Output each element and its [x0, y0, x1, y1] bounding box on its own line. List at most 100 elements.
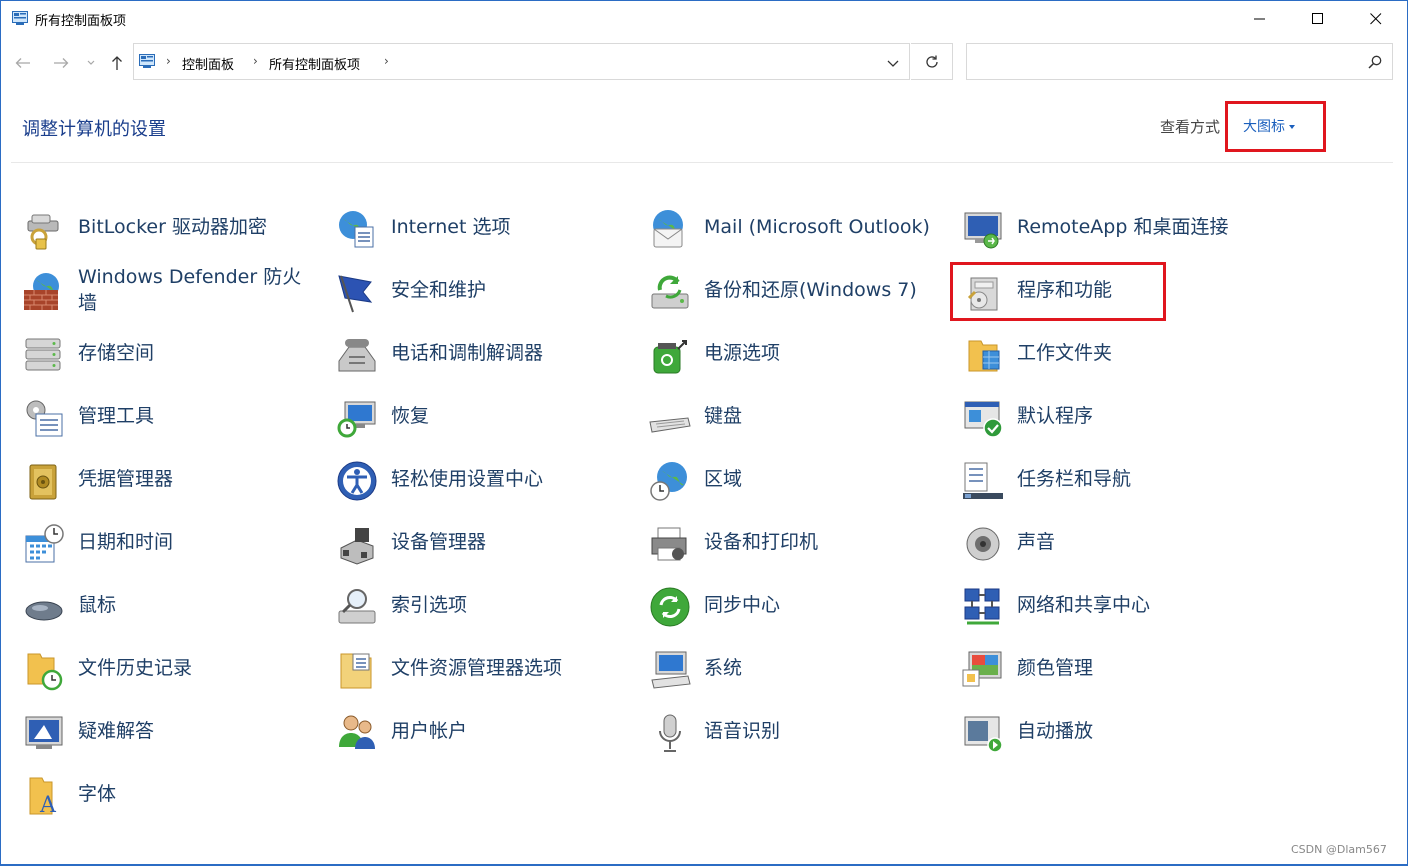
item-indexing-options[interactable]: 索引选项 [335, 577, 635, 633]
item-explorer-options[interactable]: 文件资源管理器选项 [335, 640, 635, 696]
header-divider [11, 162, 1393, 163]
item-label[interactable]: 工作文件夹 [1017, 325, 1257, 381]
item-network-sharing[interactable]: 网络和共享中心 [961, 577, 1261, 633]
item-speech-recognition[interactable]: 语音识别 [648, 703, 948, 759]
chevron-right-icon[interactable]: › [384, 54, 389, 68]
item-label[interactable]: 文件历史记录 [78, 640, 318, 696]
chevron-down-icon [87, 60, 95, 65]
item-sync-center[interactable]: 同步中心 [648, 577, 948, 633]
item-label[interactable]: Windows Defender 防火墙 [78, 262, 318, 318]
item-firewall[interactable]: Windows Defender 防火墙 [22, 262, 322, 318]
item-label[interactable]: 管理工具 [78, 388, 318, 444]
item-label[interactable]: 疑难解答 [78, 703, 318, 759]
close-button[interactable] [1347, 1, 1405, 37]
item-mail[interactable]: Mail (Microsoft Outlook) [648, 199, 948, 255]
item-date-time[interactable]: 日期和时间 [22, 514, 322, 570]
item-label[interactable]: 同步中心 [704, 577, 944, 633]
item-label[interactable]: BitLocker 驱动器加密 [78, 199, 318, 255]
storage-icon [25, 338, 61, 371]
item-system[interactable]: 系统 [648, 640, 948, 696]
item-color-management[interactable]: 颜色管理 [961, 640, 1261, 696]
item-fonts[interactable]: A 字体 [22, 766, 322, 822]
refresh-button[interactable] [911, 43, 953, 80]
item-mouse[interactable]: 鼠标 [22, 577, 322, 633]
item-label[interactable]: 默认程序 [1017, 388, 1257, 444]
back-button[interactable] [11, 50, 35, 76]
item-taskbar-navigation[interactable]: 任务栏和导航 [961, 451, 1261, 507]
item-credential-manager[interactable]: 凭据管理器 [22, 451, 322, 507]
item-file-history[interactable]: 文件历史记录 [22, 640, 322, 696]
search-icon [1368, 55, 1382, 69]
breadcrumb-control-panel[interactable]: 控制面板 [182, 54, 234, 73]
arrow-right-icon [54, 58, 69, 68]
mouse-icon [25, 601, 63, 621]
item-autoplay[interactable]: 自动播放 [961, 703, 1261, 759]
item-label[interactable]: 区域 [704, 451, 944, 507]
item-label[interactable]: 凭据管理器 [78, 451, 318, 507]
item-label[interactable]: 日期和时间 [78, 514, 318, 570]
address-dropdown-icon[interactable] [885, 55, 901, 71]
item-label[interactable]: 键盘 [704, 388, 944, 444]
chevron-right-icon[interactable]: › [253, 54, 258, 68]
item-label[interactable]: 自动播放 [1017, 703, 1257, 759]
item-default-programs[interactable]: 默认程序 [961, 388, 1261, 444]
indexing-icon [338, 589, 376, 624]
item-label[interactable]: 语音识别 [704, 703, 944, 759]
item-storage-spaces[interactable]: 存储空间 [22, 325, 322, 381]
item-device-manager[interactable]: 设备管理器 [335, 514, 635, 570]
item-backup[interactable]: 备份和还原(Windows 7) [648, 262, 948, 318]
item-label[interactable]: 轻松使用设置中心 [391, 451, 631, 507]
item-label[interactable]: 鼠标 [78, 577, 318, 633]
search-input[interactable] [966, 43, 1393, 80]
item-label[interactable]: 系统 [704, 640, 944, 696]
item-label[interactable]: 文件资源管理器选项 [391, 640, 631, 696]
minimize-icon [1254, 18, 1265, 20]
item-label[interactable]: 索引选项 [391, 577, 631, 633]
item-user-accounts[interactable]: 用户帐户 [335, 703, 635, 759]
item-ease-of-access[interactable]: 轻松使用设置中心 [335, 451, 635, 507]
item-label[interactable]: 设备管理器 [391, 514, 631, 570]
item-label[interactable]: 字体 [78, 766, 318, 822]
item-internet-options[interactable]: Internet 选项 [335, 199, 635, 255]
item-phone-modem[interactable]: 电话和调制解调器 [335, 325, 635, 381]
item-label[interactable]: 备份和还原(Windows 7) [704, 262, 944, 318]
item-region[interactable]: 区域 [648, 451, 948, 507]
item-label[interactable]: 恢复 [391, 388, 631, 444]
item-devices-printers[interactable]: 设备和打印机 [648, 514, 948, 570]
item-security-maintenance[interactable]: 安全和维护 [335, 262, 635, 318]
item-label[interactable]: 颜色管理 [1017, 640, 1257, 696]
item-label[interactable]: Mail (Microsoft Outlook) [704, 199, 944, 255]
item-keyboard[interactable]: 键盘 [648, 388, 948, 444]
breadcrumb-all-items[interactable]: 所有控制面板项 [269, 54, 360, 73]
address-bar[interactable]: › 控制面板 › 所有控制面板项 › [133, 43, 910, 80]
title-bar: 所有控制面板项 [1, 1, 1407, 37]
fonts-icon: A [29, 777, 57, 818]
item-label[interactable]: 存储空间 [78, 325, 318, 381]
color-management-icon [962, 651, 1002, 687]
maximize-button[interactable] [1289, 1, 1347, 37]
item-admin-tools[interactable]: 管理工具 [22, 388, 322, 444]
chevron-right-icon[interactable]: › [166, 54, 171, 68]
minimize-button[interactable] [1231, 1, 1289, 37]
item-work-folders[interactable]: 工作文件夹 [961, 325, 1261, 381]
up-button[interactable] [105, 50, 129, 76]
item-recovery[interactable]: 恢复 [335, 388, 635, 444]
item-remoteapp[interactable]: RemoteApp 和桌面连接 [961, 199, 1261, 255]
forward-button[interactable] [49, 50, 73, 76]
item-label[interactable]: 电话和调制解调器 [391, 325, 631, 381]
item-label[interactable]: 用户帐户 [391, 703, 631, 759]
item-label[interactable]: 网络和共享中心 [1017, 577, 1257, 633]
item-label[interactable]: Internet 选项 [391, 199, 631, 255]
item-label[interactable]: 任务栏和导航 [1017, 451, 1257, 507]
item-label[interactable]: RemoteApp 和桌面连接 [1017, 199, 1257, 255]
item-label[interactable]: 电源选项 [704, 325, 944, 381]
recent-locations-button[interactable] [82, 50, 100, 76]
item-sound[interactable]: 声音 [961, 514, 1261, 570]
item-power-options[interactable]: 电源选项 [648, 325, 948, 381]
item-bitlocker[interactable]: BitLocker 驱动器加密 [22, 199, 322, 255]
item-label[interactable]: 声音 [1017, 514, 1257, 570]
item-troubleshooting[interactable]: 疑难解答 [22, 703, 322, 759]
item-label[interactable]: 安全和维护 [391, 262, 631, 318]
item-label[interactable]: 设备和打印机 [704, 514, 944, 570]
window-title: 所有控制面板项 [35, 14, 127, 29]
